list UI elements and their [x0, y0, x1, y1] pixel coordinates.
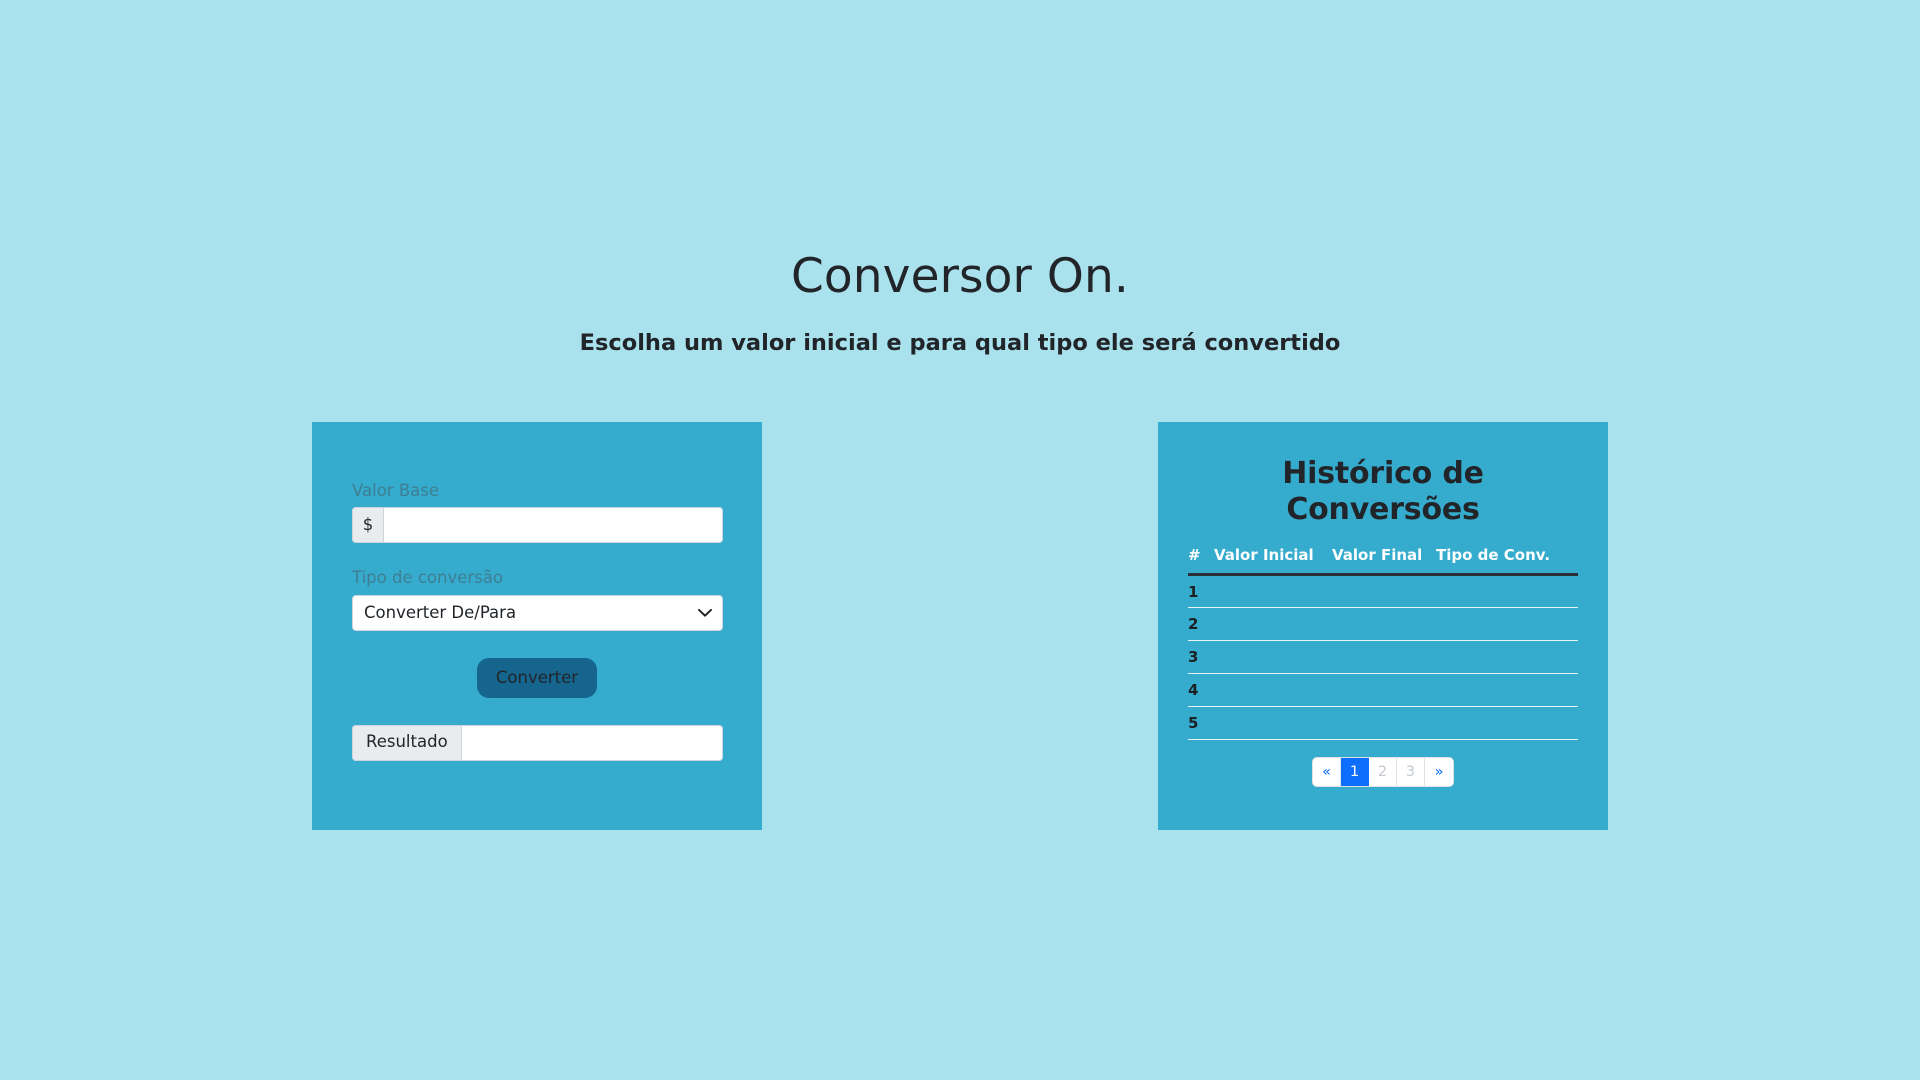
- cell-tipo: [1436, 574, 1578, 608]
- cell-valor-final: [1332, 574, 1436, 608]
- cell-tipo: [1436, 673, 1578, 707]
- pagination-wrap: « 1 2 3 »: [1188, 740, 1578, 786]
- result-label: Resultado: [352, 724, 462, 761]
- cell-index: 4: [1188, 673, 1214, 707]
- cell-valor-final: [1332, 706, 1436, 740]
- cell-index: 1: [1188, 574, 1214, 608]
- history-table-head: # Valor Inicial Valor Final Tipo de Conv…: [1188, 544, 1578, 576]
- conversion-type-select[interactable]: Converter De/Para: [352, 594, 723, 631]
- pagination: « 1 2 3 »: [1313, 758, 1453, 786]
- cell-tipo: [1436, 640, 1578, 674]
- cell-valor-final: [1332, 673, 1436, 707]
- conversion-type-label: Tipo de conversão: [352, 568, 503, 588]
- cell-index: 2: [1188, 607, 1214, 641]
- history-table: # Valor Inicial Valor Final Tipo de Conv…: [1188, 544, 1578, 740]
- page-title: Conversor On.: [791, 249, 1129, 304]
- pagination-prev-button[interactable]: «: [1313, 758, 1341, 786]
- column-header-tipo-conv: Tipo de Conv.: [1436, 544, 1578, 576]
- result-input[interactable]: [461, 724, 723, 761]
- cell-index: 3: [1188, 640, 1214, 674]
- base-value-input[interactable]: [384, 507, 723, 544]
- cell-valor-inicial: [1214, 574, 1332, 608]
- cell-tipo: [1436, 706, 1578, 740]
- cell-valor-inicial: [1214, 673, 1332, 707]
- history-panel: Histórico de Conversões # Valor Inicial …: [1158, 422, 1608, 830]
- pagination-page-2[interactable]: 2: [1369, 758, 1397, 786]
- history-table-body: 1 2 3 4 5: [1188, 574, 1578, 740]
- table-row: 5: [1188, 706, 1578, 740]
- result-row: Resultado: [352, 698, 723, 761]
- pagination-page-1[interactable]: 1: [1341, 758, 1369, 786]
- pagination-next-button[interactable]: »: [1425, 758, 1453, 786]
- result-input-group: Resultado: [352, 724, 723, 761]
- converter-form-panel: Valor Base $ Tipo de conversão Converter…: [312, 422, 762, 830]
- history-title: Histórico de Conversões: [1282, 456, 1484, 527]
- column-header-index: #: [1188, 544, 1214, 576]
- column-header-valor-inicial: Valor Inicial: [1214, 544, 1332, 576]
- base-value-label: Valor Base: [352, 481, 440, 500]
- converter-button[interactable]: Converter: [476, 657, 598, 698]
- base-value-field-block: Valor Base $: [352, 480, 723, 544]
- cell-index: 5: [1188, 706, 1214, 740]
- page-header: Conversor On. Escolha um valor inicial e…: [0, 249, 1920, 357]
- submit-row: Converter: [352, 631, 722, 698]
- table-row: 3: [1188, 640, 1578, 674]
- history-header-row: # Valor Inicial Valor Final Tipo de Conv…: [1188, 544, 1578, 576]
- conversion-type-field-block: Tipo de conversão Converter De/Para: [352, 567, 723, 631]
- pagination-page-3[interactable]: 3: [1397, 758, 1425, 786]
- cell-valor-final: [1332, 640, 1436, 674]
- cell-valor-inicial: [1214, 640, 1332, 674]
- cell-tipo: [1436, 607, 1578, 641]
- panels-row: Valor Base $ Tipo de conversão Converter…: [0, 422, 1920, 830]
- conversion-type-select-wrap: Converter De/Para: [352, 594, 723, 631]
- cell-valor-inicial: [1214, 607, 1332, 641]
- table-row: 4: [1188, 673, 1578, 707]
- table-row: 1: [1188, 574, 1578, 608]
- base-value-input-group: $: [352, 507, 723, 544]
- currency-symbol-icon: $: [352, 507, 384, 544]
- cell-valor-inicial: [1214, 706, 1332, 740]
- page-subtitle: Escolha um valor inicial e para qual tip…: [579, 330, 1341, 357]
- table-row: 2: [1188, 607, 1578, 641]
- cell-valor-final: [1332, 607, 1436, 641]
- app-root: Conversor On. Escolha um valor inicial e…: [0, 0, 1920, 1080]
- column-header-valor-final: Valor Final: [1332, 544, 1436, 576]
